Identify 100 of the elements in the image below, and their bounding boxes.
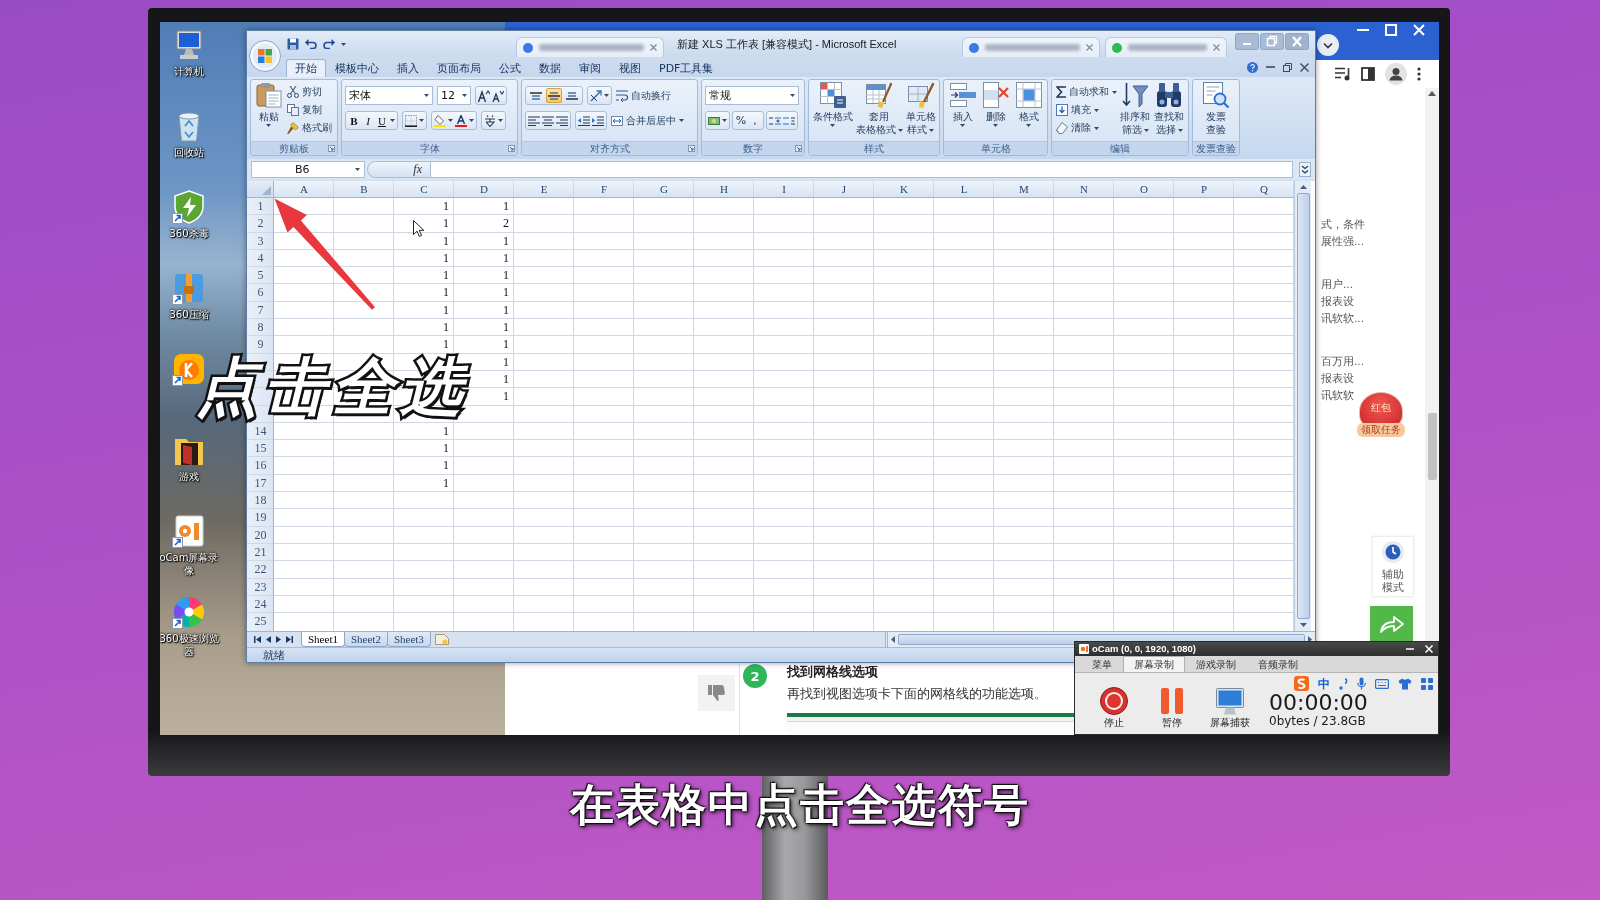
scrollbar-thumb[interactable] [1296, 193, 1310, 619]
font-size-up-icon[interactable] [478, 89, 490, 102]
undo-icon[interactable] [305, 39, 317, 49]
thumbs-down-icon[interactable] [698, 675, 735, 711]
ribbon-tab[interactable]: 数据 [530, 59, 570, 77]
ribbon-tab[interactable]: 开始 [286, 59, 326, 77]
insert-button[interactable]: 插入 [949, 82, 976, 127]
last-sheet-icon[interactable] [286, 636, 293, 643]
ribbon-tab[interactable]: 公式 [490, 59, 530, 77]
ribbon-tab[interactable]: PDF工具集 [650, 59, 723, 77]
ribbon-tab[interactable]: 视图 [610, 59, 650, 77]
microphone-icon[interactable] [1357, 677, 1366, 690]
scroll-left-icon[interactable] [891, 636, 895, 643]
column-header[interactable]: Q [1234, 181, 1294, 198]
close-icon[interactable] [1300, 62, 1309, 72]
playlist-icon[interactable] [1335, 67, 1351, 81]
ribbon-tab[interactable]: 插入 [388, 59, 428, 77]
paste-button[interactable]: 粘贴 [255, 82, 282, 127]
browser-tab[interactable] [516, 37, 664, 57]
row-header[interactable]: 18 [247, 492, 274, 510]
row-header[interactable]: 17 [247, 474, 274, 493]
pause-button[interactable]: 暂停 [1145, 687, 1199, 729]
font-size-field[interactable]: 12 [437, 86, 471, 105]
font-name-field[interactable]: 宋体 [345, 86, 433, 105]
expand-icon[interactable] [1299, 161, 1311, 177]
column-header[interactable]: B [334, 181, 394, 198]
ribbon-tab[interactable]: 审阅 [570, 59, 610, 77]
column-header[interactable]: E [514, 181, 574, 198]
column-header[interactable]: P [1174, 181, 1234, 198]
conditional-format-button[interactable]: 条件格式 [812, 82, 853, 127]
help-icon[interactable] [1247, 61, 1258, 73]
merge-center-button[interactable]: 合并后居中 [611, 111, 684, 130]
row-header[interactable]: 8 [247, 319, 274, 337]
clear-button[interactable]: 清除 [1055, 120, 1117, 136]
desktop-shortcut[interactable]: oCam屏幕录像 [160, 514, 219, 577]
bold-button[interactable]: B [348, 113, 360, 128]
sort-filter-button[interactable]: 排序和 筛选 [1120, 82, 1151, 136]
row-header[interactable]: 9 [247, 336, 274, 354]
row-header[interactable]: 3 [247, 232, 274, 250]
formula-input[interactable] [431, 160, 1293, 178]
ime-logo-icon[interactable] [1294, 676, 1309, 691]
cell-styles-button[interactable]: 单元格 样式 [905, 82, 936, 136]
font-size-down-icon[interactable] [492, 89, 504, 102]
side-panel-icon[interactable] [1361, 67, 1375, 81]
row-header[interactable]: 23 [247, 578, 274, 596]
redo-icon[interactable] [323, 39, 335, 49]
italic-button[interactable]: I [362, 113, 374, 128]
dialog-launcher-icon[interactable] [328, 145, 335, 152]
scrollbar-thumb[interactable] [1427, 413, 1437, 480]
ribbon-tab[interactable]: 模板中心 [326, 59, 388, 77]
fill-color-icon[interactable] [434, 114, 446, 127]
align-right-icon[interactable] [556, 115, 568, 126]
capture-button[interactable]: 屏幕捕获 [1203, 687, 1257, 729]
phonetic-guide-icon[interactable] [484, 114, 496, 127]
row-header[interactable]: 7 [247, 301, 274, 320]
row-header[interactable]: 14 [247, 422, 274, 441]
increase-decimal-icon[interactable] [769, 115, 781, 126]
invoice-check-button[interactable]: 发票 查验 [1203, 82, 1229, 136]
fill-button[interactable]: 填充 [1055, 102, 1117, 118]
scroll-up-icon[interactable] [1299, 185, 1307, 189]
column-header[interactable]: G [634, 181, 694, 198]
delete-button[interactable]: 删除 [982, 82, 1009, 127]
shirt-icon[interactable] [1398, 677, 1412, 690]
restore-icon[interactable] [1283, 62, 1292, 72]
chevron-down-icon[interactable] [1317, 34, 1339, 56]
maximize-icon[interactable] [1385, 24, 1397, 36]
insert-function-button[interactable]: fx [367, 160, 431, 178]
assist-mode-button[interactable]: 辅助 模式 [1372, 536, 1414, 597]
format-as-table-button[interactable]: 套用 表格格式 [855, 82, 903, 136]
column-header[interactable]: F [574, 181, 634, 198]
column-header[interactable]: K [874, 181, 934, 198]
sheet-tab[interactable]: Sheet1 [301, 632, 345, 647]
desktop-shortcut[interactable]: 游戏 [160, 433, 219, 483]
align-center-icon[interactable] [542, 115, 554, 126]
dialog-launcher-icon[interactable] [688, 145, 695, 152]
row-header[interactable]: 1 [247, 198, 274, 216]
copy-button[interactable]: 复制 [287, 102, 333, 118]
orientation-icon[interactable] [590, 89, 602, 102]
column-header[interactable]: N [1054, 181, 1114, 198]
column-header[interactable]: M [994, 181, 1054, 198]
wrap-text-button[interactable]: 自动换行 [616, 86, 671, 105]
row-header[interactable]: 25 [247, 613, 274, 631]
input-mode-toggle[interactable]: 中 [1318, 676, 1330, 691]
tab[interactable]: 音频录制 [1247, 656, 1309, 672]
column-header[interactable]: O [1114, 181, 1174, 198]
find-select-button[interactable]: 查找和 选择 [1154, 82, 1185, 136]
format-painter-button[interactable]: 格式刷 [287, 120, 333, 136]
name-box[interactable]: B6 [251, 160, 365, 178]
row-header[interactable]: 19 [247, 509, 274, 527]
row-header[interactable]: 16 [247, 457, 274, 475]
column-header[interactable]: J [814, 181, 874, 198]
column-header[interactable]: L [934, 181, 994, 198]
number-format-field[interactable]: 常规 [705, 86, 799, 105]
previous-sheet-icon[interactable] [266, 636, 271, 643]
align-left-icon[interactable] [528, 115, 540, 126]
format-button[interactable]: 格式 [1015, 82, 1042, 127]
column-header[interactable]: D [454, 181, 514, 198]
sheet-tab[interactable]: Sheet3 [386, 632, 431, 647]
row-header[interactable]: 20 [247, 526, 274, 544]
comma-style-button[interactable]: , [749, 113, 761, 128]
